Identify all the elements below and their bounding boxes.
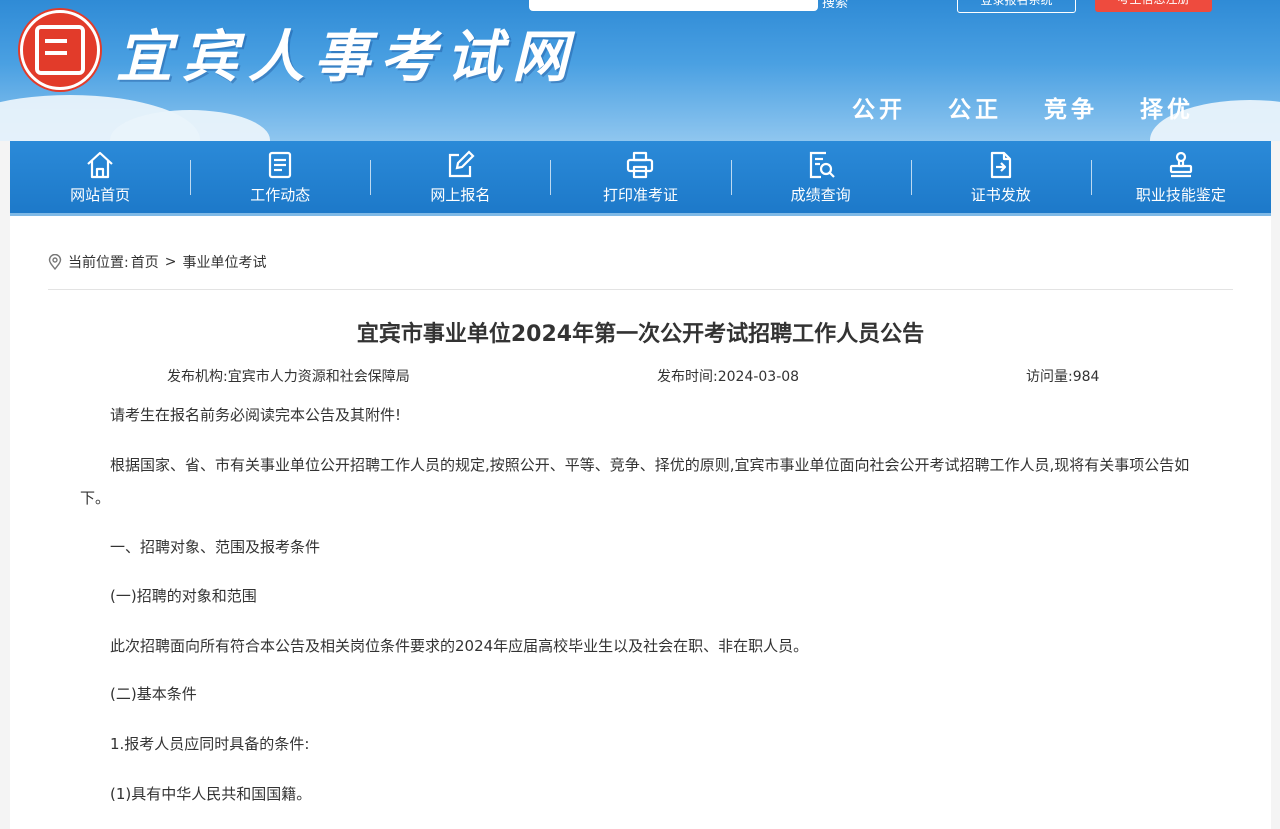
search-input[interactable] — [529, 0, 818, 11]
certificate-export-icon — [990, 151, 1011, 178]
breadcrumb-separator: > — [164, 254, 177, 270]
header-banner: 宜宾人事考试网 搜索 登录报名系统 考生信息注册 公开 公正 竞争 择优 — [0, 0, 1280, 141]
breadcrumb-home-link[interactable]: 首页 — [131, 252, 159, 272]
article-publisher: 发布机构:宜宾市人力资源和社会保障局 — [167, 369, 410, 385]
article-paragraph: 根据国家、省、市有关事业单位公开招聘工作人员的规定,按照公开、平等、竞争、择优的… — [80, 456, 1190, 507]
location-pin-icon — [48, 254, 62, 270]
document-list-icon — [269, 151, 292, 178]
article-title: 宜宾市事业单位2024年第一次公开考试招聘工作人员公告 — [356, 322, 925, 347]
edit-icon — [449, 149, 475, 177]
nav-item-label: 网站首页 — [70, 185, 131, 204]
article-paragraph: 此次招聘面向所有符合本公告及相关岗位条件要求的2024年应届高校毕业生以及社会在… — [110, 637, 809, 655]
article-paragraph: 请考生在报名前务必阅读完本公告及其附件! — [110, 406, 402, 424]
nav-item-home[interactable]: 网站首页 — [10, 141, 190, 213]
nav-item-news[interactable]: 工作动态 — [190, 141, 370, 213]
nav-item-label: 成绩查询 — [790, 185, 851, 204]
nav-item-online-registration[interactable]: 网上报名 — [370, 141, 550, 213]
slogans: 公开 公正 竞争 择优 — [852, 90, 1194, 124]
printer-icon — [627, 151, 654, 178]
site-logo-seal[interactable] — [20, 10, 100, 90]
nav-item-label: 工作动态 — [250, 185, 311, 204]
candidate-register-button[interactable]: 考生信息注册 — [1095, 0, 1212, 12]
slogan-3: 竞争 — [1044, 97, 1098, 123]
search-button[interactable]: 搜索 — [822, 0, 848, 11]
slogan-4: 择优 — [1140, 97, 1194, 123]
article-paragraph: (一)招聘的对象和范围 — [110, 587, 257, 605]
article-paragraph: 一、招聘对象、范围及报考条件 — [110, 538, 321, 556]
nav-item-print-admission-ticket[interactable]: 打印准考证 — [550, 141, 730, 213]
login-registration-system-button[interactable]: 登录报名系统 — [957, 0, 1076, 13]
article-view-count: 访问量:984 — [1026, 369, 1100, 385]
article-paragraph: (1)具有中华人民共和国国籍。 — [110, 785, 312, 803]
article-paragraph: 1.报考人员应同时具备的条件: — [110, 735, 310, 753]
site-title: 宜宾人事考试网 — [116, 24, 578, 90]
slogan-1: 公开 — [852, 97, 906, 123]
nav-item-score-query[interactable]: 成绩查询 — [730, 141, 911, 213]
content-panel: 当前位置: 首页 > 事业单位考试 宜宾市事业单位2024年第一次公开考试招聘工… — [10, 216, 1271, 829]
nav-item-certificate-issuance[interactable]: 证书发放 — [910, 141, 1091, 213]
breadcrumb-divider — [48, 289, 1233, 290]
nav-item-label: 职业技能鉴定 — [1135, 185, 1226, 204]
breadcrumb-prefix: 当前位置: — [68, 255, 129, 271]
breadcrumb: 当前位置: 首页 > 事业单位考试 — [48, 252, 266, 272]
breadcrumb-current-link[interactable]: 事业单位考试 — [182, 252, 266, 272]
stamp-icon — [1169, 151, 1193, 177]
article-date: 发布时间:2024-03-08 — [657, 369, 800, 385]
slogan-2: 公正 — [948, 97, 1002, 123]
home-icon — [87, 151, 113, 178]
nav-item-vocational-skill-appraisal[interactable]: 职业技能鉴定 — [1090, 141, 1271, 213]
nav-item-label: 打印准考证 — [602, 185, 678, 204]
nav-item-label: 证书发放 — [970, 185, 1031, 204]
nav-item-label: 网上报名 — [430, 185, 491, 204]
article-paragraph: (二)基本条件 — [110, 685, 197, 703]
main-nav: 网站首页 工作动态 网上报名 打印准考证 成绩查询 证书发放 职业技能鉴定 — [10, 141, 1271, 213]
search-document-icon — [809, 151, 835, 178]
